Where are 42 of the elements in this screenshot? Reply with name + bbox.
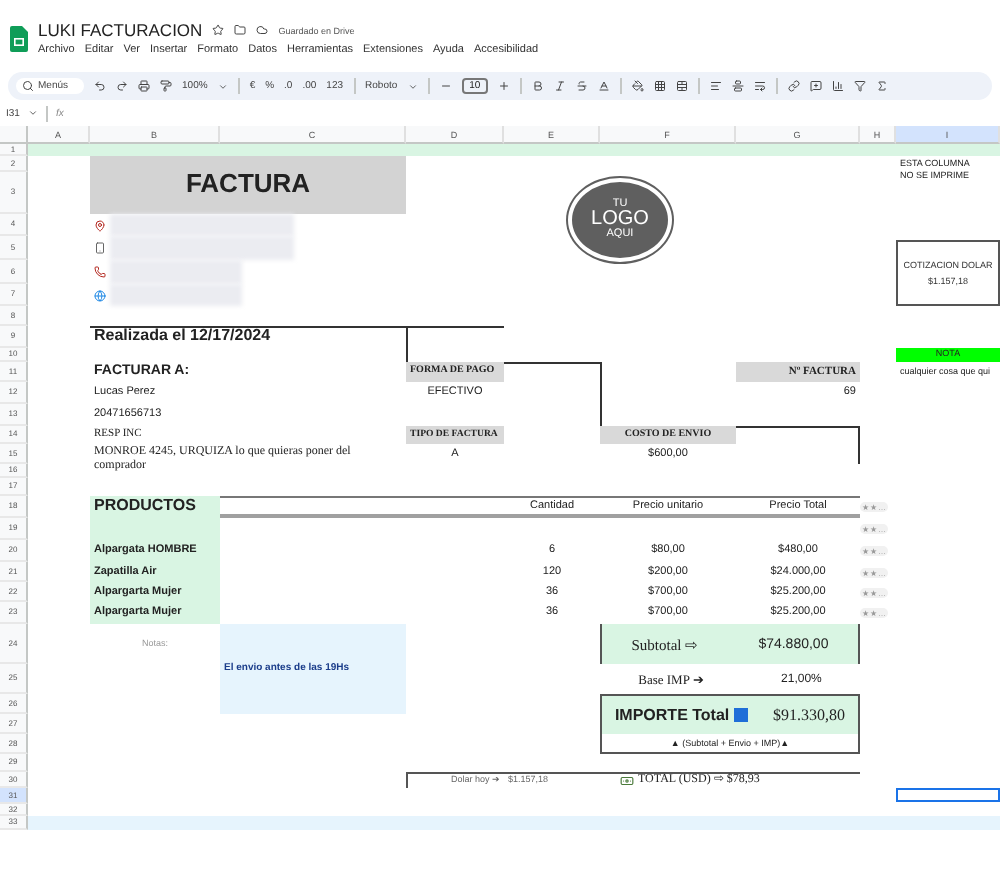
square-icon (733, 708, 748, 722)
filter-icon[interactable] (854, 80, 867, 92)
product-column-background (90, 518, 220, 624)
star-icon[interactable] (212, 24, 225, 36)
cloud-icon[interactable] (256, 24, 269, 36)
total-value: $91.330,80 (773, 706, 846, 724)
undo-icon[interactable] (94, 80, 107, 92)
italic-icon[interactable] (554, 80, 567, 92)
total-label: IMPORTE Total (614, 706, 748, 724)
borders-icon[interactable] (654, 80, 667, 92)
folder-icon[interactable] (234, 24, 247, 36)
phone-icon (94, 266, 106, 278)
align-left-icon[interactable] (710, 80, 723, 92)
text-color-icon[interactable] (598, 80, 611, 92)
link-icon[interactable] (788, 80, 801, 92)
invoice-title: FACTURA (90, 156, 406, 214)
mobile-phone-icon (94, 242, 106, 254)
vertical-align-icon[interactable] (732, 80, 745, 92)
caret-icon[interactable] (217, 81, 228, 91)
comment-icon[interactable] (810, 80, 823, 92)
selected-cell[interactable] (896, 788, 1000, 802)
pin-icon (94, 219, 106, 231)
spreadsheet-logo-icon[interactable] (10, 25, 28, 51)
invoice-date: Realizada el 12/17/2024 (92, 326, 273, 348)
fill-color-icon[interactable] (632, 80, 645, 92)
paint-format-icon[interactable] (160, 80, 173, 92)
banknote-icon (620, 773, 634, 787)
bold-icon[interactable] (532, 80, 545, 92)
merge-cells-icon[interactable] (676, 80, 689, 92)
globe-icon (94, 289, 106, 301)
search-icon (22, 80, 34, 92)
strikethrough-icon[interactable] (576, 80, 589, 92)
plus-icon[interactable] (498, 80, 511, 92)
chart-icon[interactable] (832, 80, 845, 92)
document-title[interactable]: LUKI FACTURACION (38, 20, 203, 40)
redo-icon[interactable] (116, 80, 129, 92)
products-heading: PRODUCTOS (90, 496, 220, 518)
printer-icon[interactable] (138, 80, 151, 92)
caret-icon[interactable] (407, 81, 418, 91)
wrap-text-icon[interactable] (754, 80, 767, 92)
sigma-icon[interactable] (876, 80, 889, 92)
caret-icon[interactable] (27, 108, 38, 118)
